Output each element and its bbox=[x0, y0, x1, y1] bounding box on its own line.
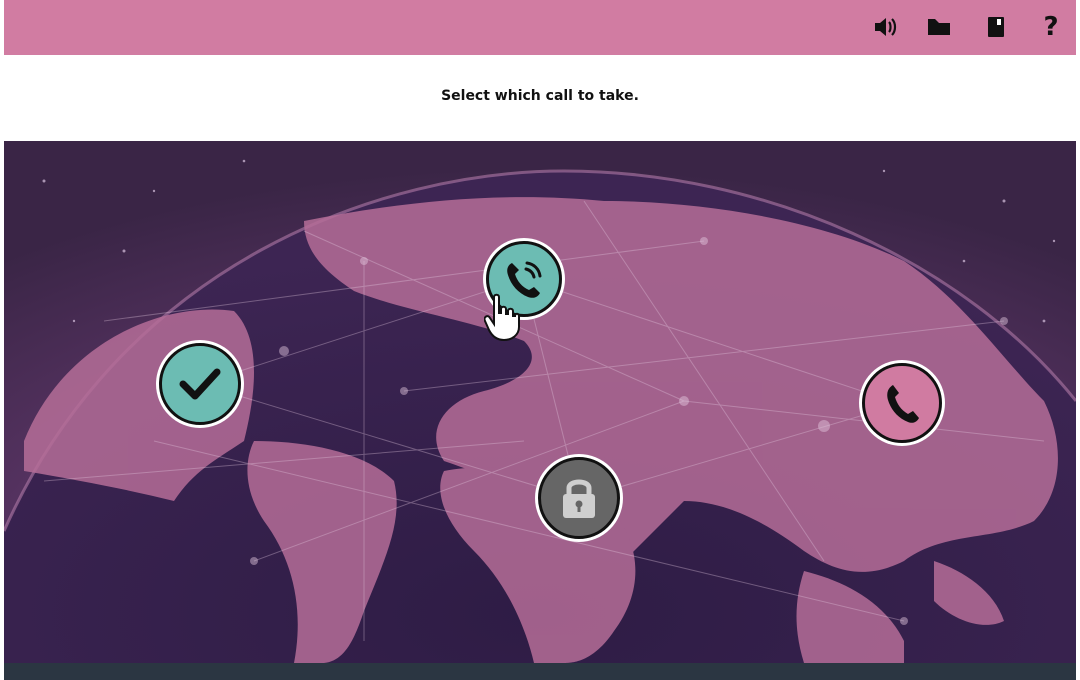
top-toolbar: ? bbox=[4, 0, 1076, 55]
help-label: ? bbox=[1043, 12, 1059, 42]
help-icon[interactable]: ? bbox=[1034, 10, 1068, 44]
bottom-bar bbox=[4, 663, 1076, 680]
lock-icon bbox=[563, 479, 595, 518]
instruction-text: Select which call to take. bbox=[441, 88, 639, 104]
sound-icon[interactable] bbox=[868, 10, 902, 44]
call-europe-ringing[interactable] bbox=[486, 241, 562, 317]
call-americas-completed[interactable] bbox=[159, 343, 241, 425]
world-map-stage bbox=[4, 141, 1076, 663]
folder-icon[interactable] bbox=[923, 10, 957, 44]
ringing-phone-icon bbox=[507, 261, 542, 298]
call-africa-locked bbox=[538, 457, 620, 539]
notebook-icon[interactable] bbox=[979, 10, 1013, 44]
phone-icon bbox=[887, 385, 919, 423]
call-asia-available[interactable] bbox=[862, 363, 942, 443]
checkmark-icon bbox=[179, 368, 221, 400]
